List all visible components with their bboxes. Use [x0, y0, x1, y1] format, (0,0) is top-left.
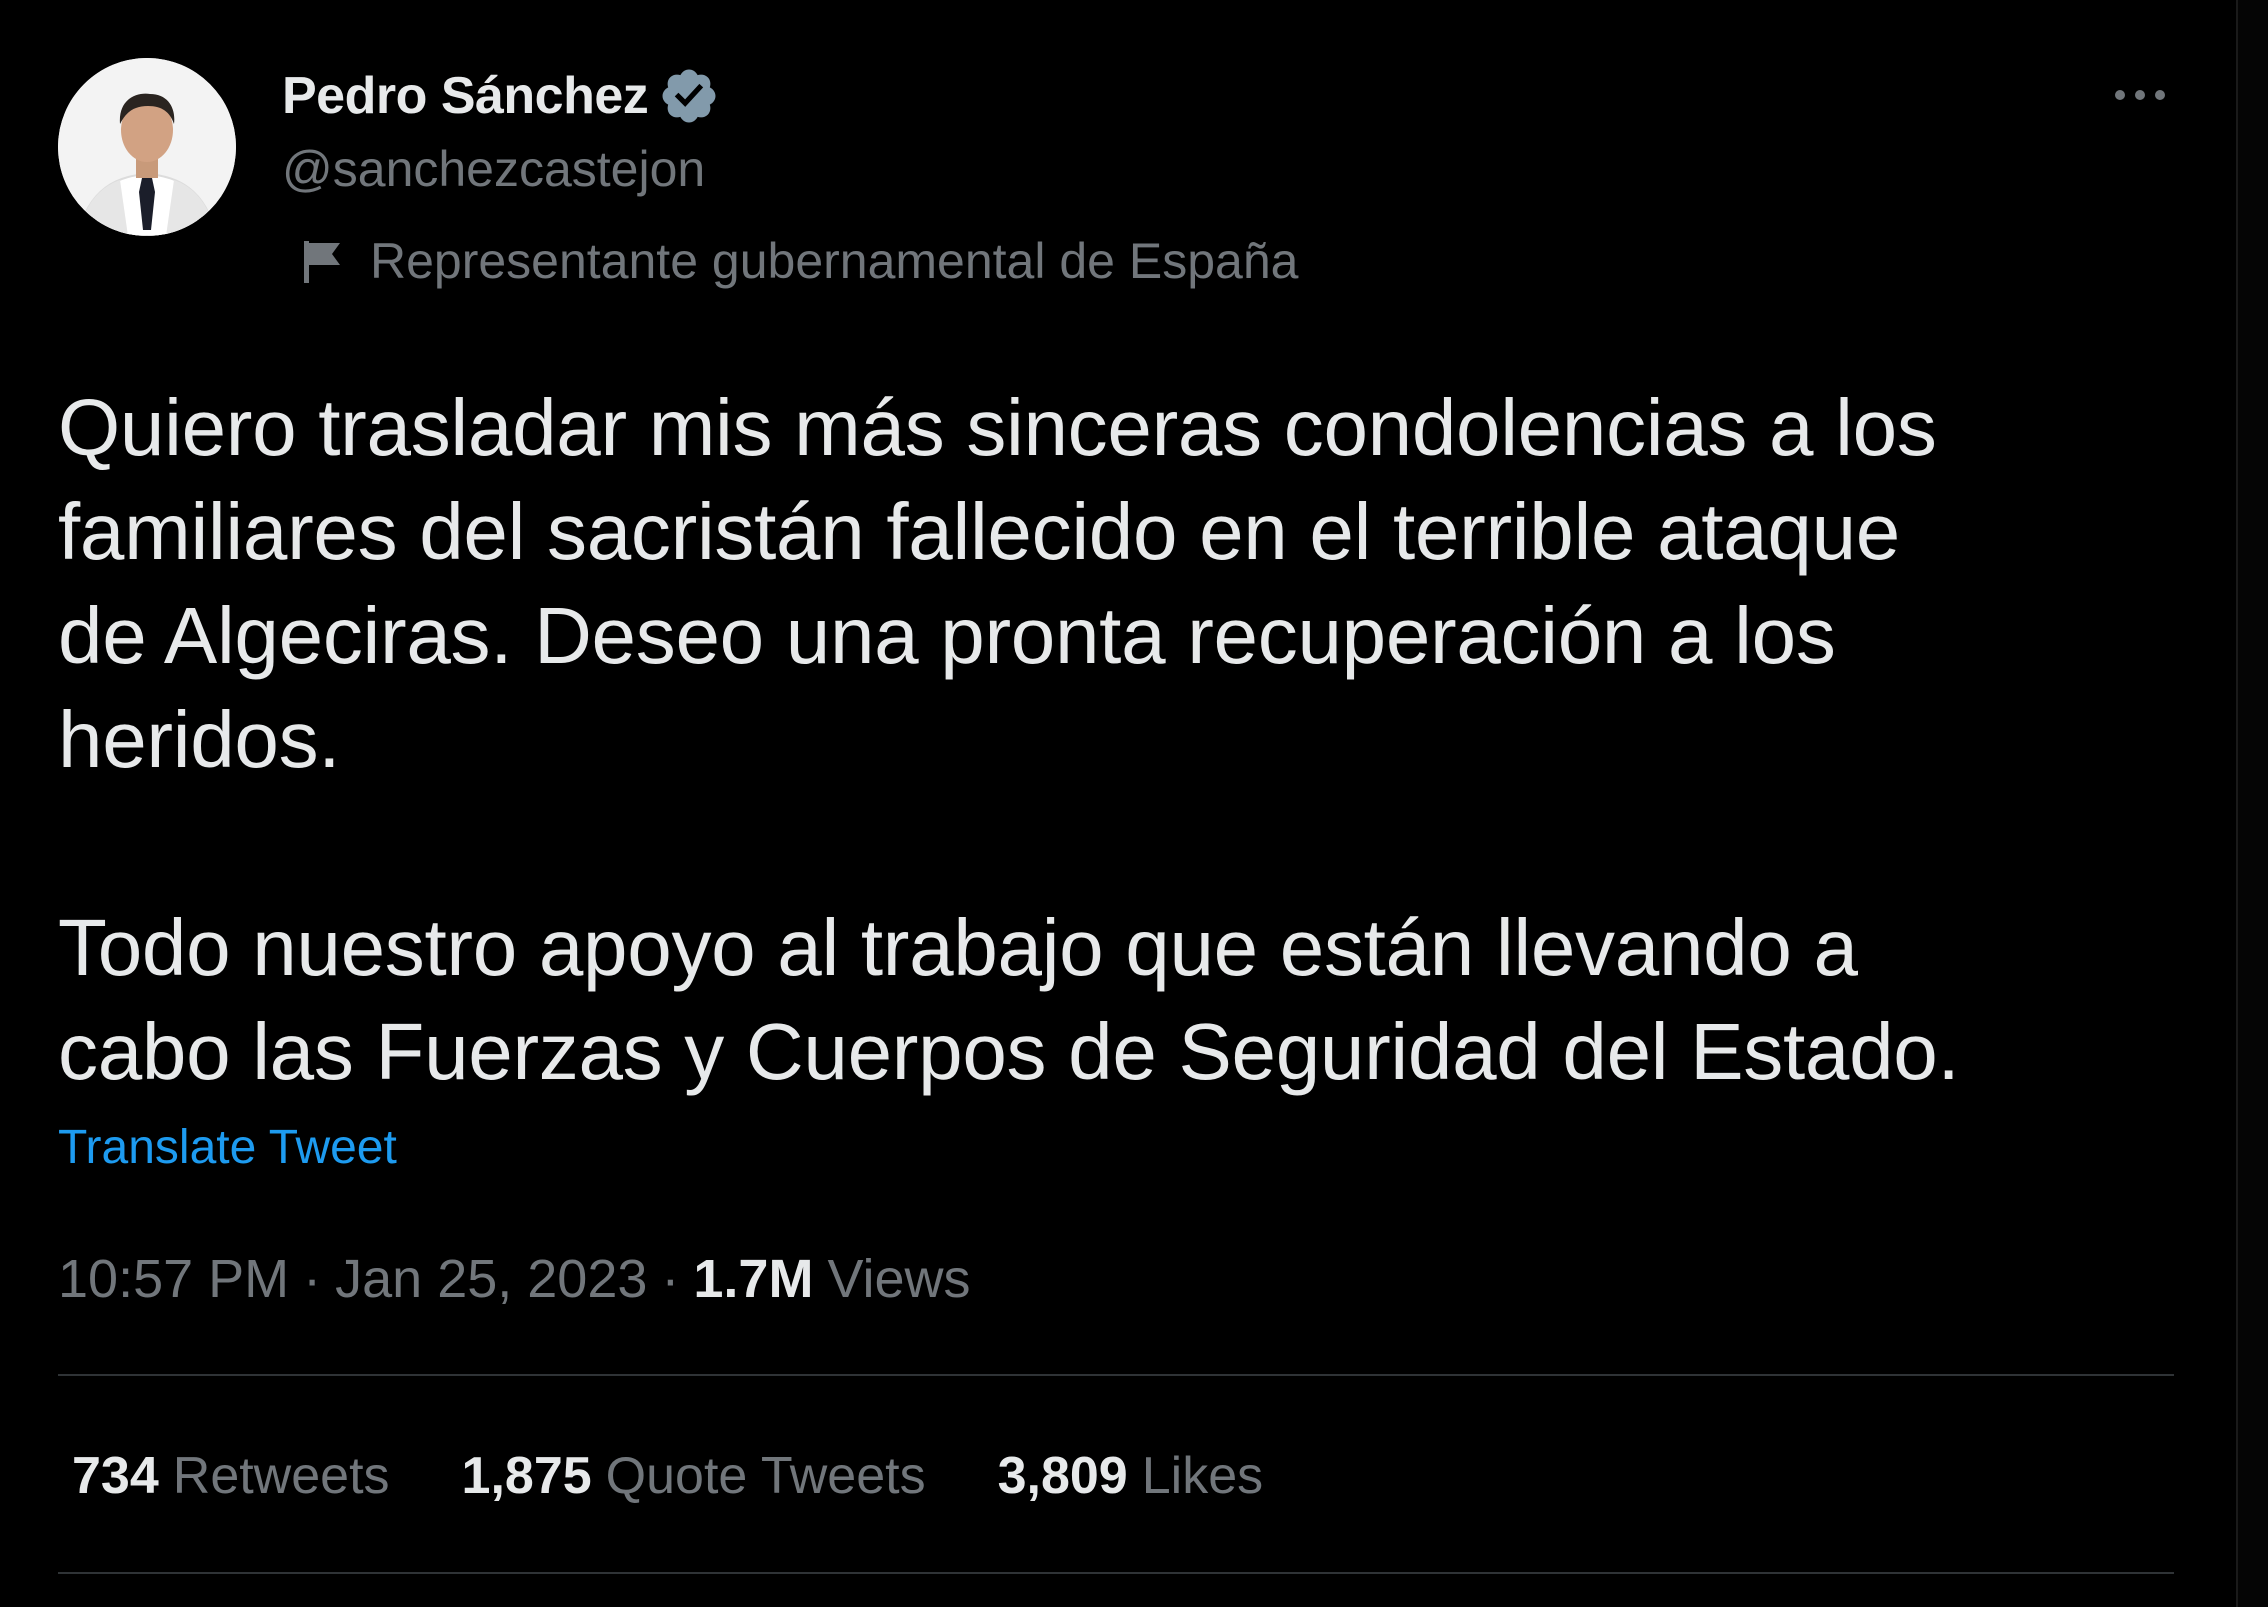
verified-badge-icon[interactable]	[658, 65, 720, 127]
meta-separator: ·	[661, 1249, 680, 1309]
likes-stat[interactable]: 3,809 Likes	[998, 1446, 1264, 1506]
flag-icon	[300, 237, 344, 285]
tweet-date[interactable]: Jan 25, 2023	[335, 1248, 647, 1310]
divider	[58, 1572, 2174, 1574]
tweet-time[interactable]: 10:57 PM	[58, 1248, 289, 1310]
government-label[interactable]: Representante gubernamental de España	[300, 232, 1298, 290]
translate-tweet-link[interactable]: Translate Tweet	[58, 1120, 397, 1175]
views-label: Views	[827, 1249, 971, 1309]
engagement-stats: 734 Retweets 1,875 Quote Tweets 3,809 Li…	[72, 1446, 1335, 1506]
views-count: 1.7M	[693, 1249, 814, 1309]
retweets-stat[interactable]: 734 Retweets	[72, 1446, 390, 1506]
likes-label: Likes	[1141, 1447, 1264, 1505]
tweet-text: Quiero trasladar mis más sinceras condol…	[58, 383, 1960, 1096]
scrollbar-track[interactable]	[2236, 0, 2268, 1607]
quote-tweets-label: Quote Tweets	[605, 1447, 926, 1505]
tweet-meta: 10:57 PM · Jan 25, 2023 · 1.7M Views	[58, 1248, 971, 1310]
avatar-portrait-icon	[58, 58, 236, 236]
likes-count: 3,809	[997, 1447, 1128, 1505]
retweets-count: 734	[72, 1447, 159, 1505]
author-handle[interactable]: @sanchezcastejon	[282, 140, 705, 198]
more-options-icon[interactable]	[2110, 80, 2170, 110]
quote-tweets-stat[interactable]: 1,875 Quote Tweets	[462, 1446, 926, 1506]
tweet-card: Pedro Sánchez @sanchezcastejon Represent…	[0, 0, 2268, 1607]
divider	[58, 1374, 2174, 1376]
government-label-text: Representante gubernamental de España	[370, 233, 1299, 289]
meta-separator: ·	[303, 1249, 322, 1309]
quote-tweets-count: 1,875	[461, 1447, 592, 1505]
author-name-row[interactable]: Pedro Sánchez	[282, 64, 720, 128]
retweets-label: Retweets	[172, 1447, 390, 1505]
avatar[interactable]	[58, 58, 236, 236]
author-name[interactable]: Pedro Sánchez	[282, 66, 649, 126]
